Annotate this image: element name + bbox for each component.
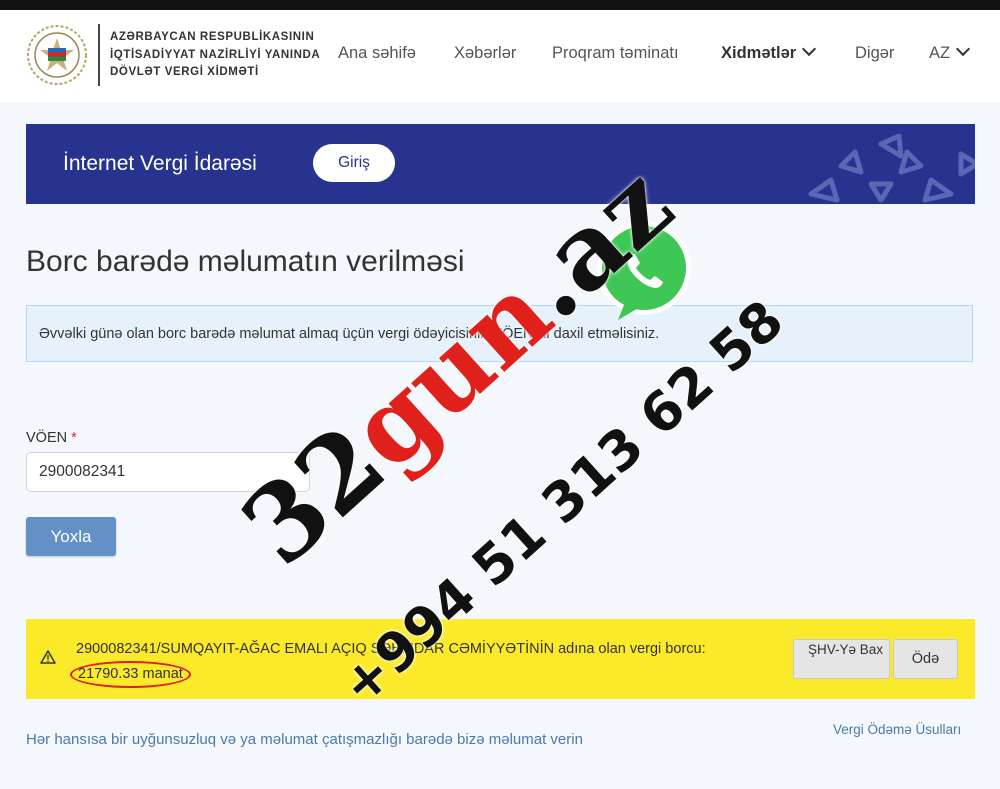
page-title: Borc barədə məlumatın verilməsi bbox=[26, 245, 465, 278]
chevron-down-icon bbox=[956, 41, 971, 57]
required-mark: * bbox=[71, 430, 77, 446]
nav-services[interactable]: Xidmətlər bbox=[721, 41, 817, 63]
language-selector[interactable]: AZ bbox=[929, 41, 971, 63]
pay-button[interactable]: Ödə bbox=[893, 639, 958, 679]
warning-icon bbox=[40, 650, 56, 664]
feedback-link[interactable]: Hər hansısa bir uyğunsuzluq və ya məluma… bbox=[26, 731, 583, 748]
payment-methods-link[interactable]: Vergi Ödəmə Üsulları bbox=[833, 722, 961, 737]
check-button[interactable]: Yoxla bbox=[26, 517, 116, 556]
nav-news[interactable]: Xəbərlər bbox=[454, 44, 516, 63]
language-label: AZ bbox=[929, 44, 951, 62]
internet-tax-office-banner: İnternet Vergi İdarəsi Giriş bbox=[26, 124, 975, 204]
nav-services-label: Xidmətlər bbox=[721, 44, 797, 62]
debt-result-alert: 2900082341/SUMQAYIT-AĞAC EMALI AÇIQ SƏHM… bbox=[26, 619, 975, 699]
banner-title: İnternet Vergi İdarəsi bbox=[63, 152, 257, 175]
view-shv-button[interactable]: ŞHV-Yə Bax bbox=[793, 639, 890, 679]
site-header: AZƏRBAYCAN RESPUBLİKASININ İQTİSADİYYAT … bbox=[0, 10, 1000, 102]
nav-software[interactable]: Proqram təminatı bbox=[552, 44, 679, 63]
login-button[interactable]: Giriş bbox=[313, 144, 395, 182]
ornament-icon bbox=[808, 134, 975, 203]
main-nav: Ana səhifə Xəbərlər Proqram təminatı Xid… bbox=[0, 41, 1000, 68]
voen-label: VÖEN * bbox=[26, 430, 77, 446]
chevron-down-icon bbox=[802, 41, 817, 57]
nav-other[interactable]: Digər bbox=[855, 44, 894, 63]
top-black-bar bbox=[0, 0, 1000, 10]
debt-amount: 21790.33 manat bbox=[70, 661, 191, 688]
nav-home[interactable]: Ana səhifə bbox=[338, 44, 416, 63]
voen-label-text: VÖEN bbox=[26, 430, 68, 446]
